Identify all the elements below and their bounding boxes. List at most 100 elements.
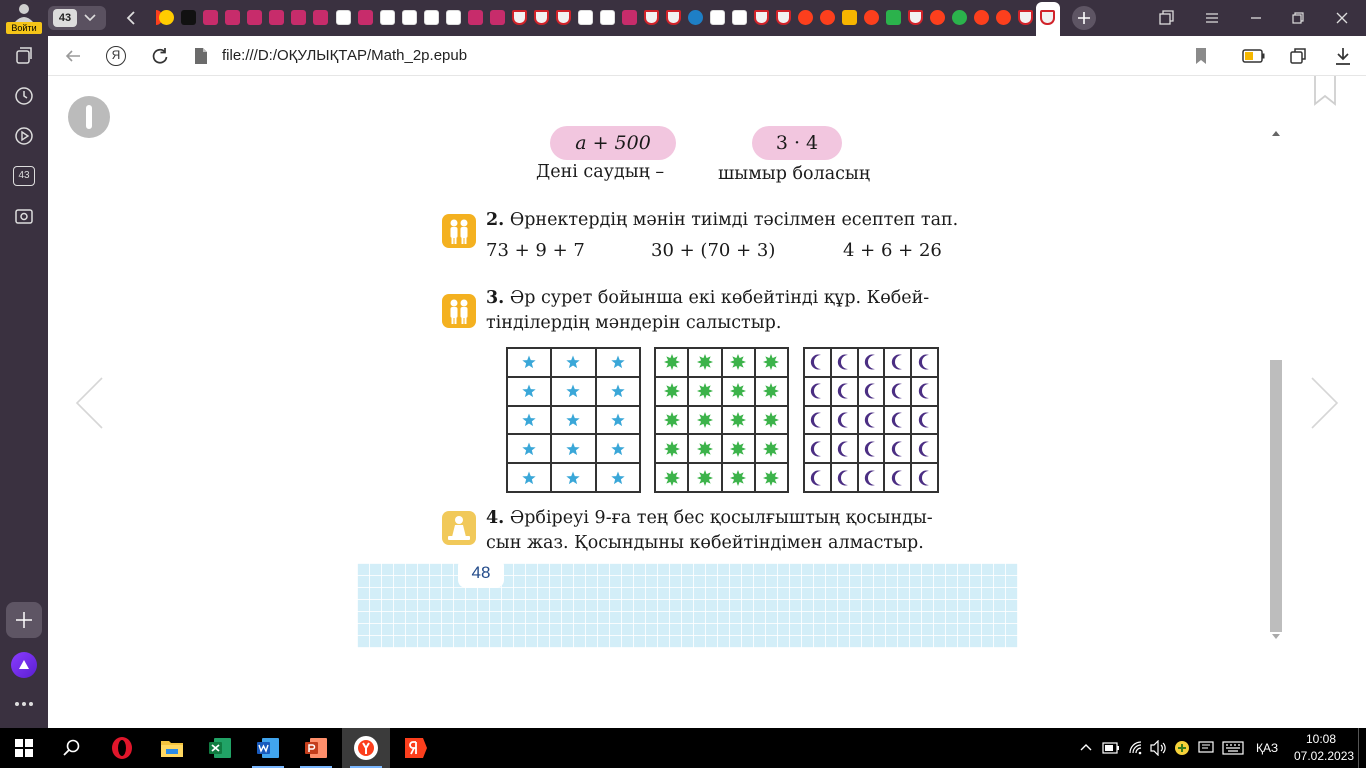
restore-icon[interactable] — [1290, 10, 1306, 26]
notification-icon[interactable] — [1198, 740, 1214, 756]
tab-favicon[interactable] — [908, 10, 923, 25]
tab-favicon[interactable] — [269, 10, 284, 25]
tab-favicon[interactable] — [225, 10, 240, 25]
tab-favicon[interactable] — [886, 10, 901, 25]
tab-play-favicon[interactable] — [159, 10, 174, 25]
tab-favicon[interactable] — [490, 10, 505, 25]
taskbar-powerpoint[interactable] — [292, 728, 340, 768]
tab-favicon[interactable] — [578, 10, 593, 25]
taskbar-word[interactable] — [244, 728, 292, 768]
tab-favicon[interactable] — [424, 10, 439, 25]
collections-icon[interactable] — [1158, 10, 1174, 26]
wifi-icon[interactable] — [1128, 740, 1144, 756]
star-icon — [522, 471, 536, 484]
next-page-arrow-icon[interactable] — [1308, 375, 1342, 431]
tab-favicon[interactable] — [512, 10, 527, 25]
expression: 73 + 9 + 7 — [486, 240, 585, 261]
search-button[interactable] — [48, 728, 96, 768]
screenshot-icon[interactable] — [12, 204, 36, 228]
tab-favicon[interactable] — [842, 10, 857, 25]
page-bookmark-icon[interactable] — [1313, 76, 1337, 106]
tab-favicon[interactable] — [203, 10, 218, 25]
active-tab[interactable] — [1036, 2, 1060, 36]
taskbar-file-explorer[interactable] — [148, 728, 196, 768]
keyboard-icon[interactable] — [1222, 741, 1244, 755]
tab-favicon[interactable] — [380, 10, 395, 25]
tab-favicon[interactable] — [820, 10, 835, 25]
download-icon[interactable] — [1334, 46, 1352, 66]
tab-favicon[interactable] — [644, 10, 659, 25]
back-arrow-icon[interactable] — [64, 48, 82, 64]
menu-icon[interactable] — [1204, 10, 1220, 26]
tab-favicon[interactable] — [732, 10, 747, 25]
tab-favicon[interactable] — [996, 10, 1011, 25]
new-tab-button[interactable] — [1072, 6, 1096, 30]
star-icon — [566, 384, 581, 398]
tab-favicon[interactable] — [930, 10, 945, 25]
tab-favicon[interactable] — [1018, 10, 1033, 25]
tabs-list-icon[interactable] — [12, 44, 36, 68]
tab-favicon[interactable] — [534, 10, 549, 25]
tab-favicon[interactable] — [622, 10, 637, 25]
sidebar-tab-badge[interactable]: 43 — [13, 166, 35, 186]
tab-favicon[interactable] — [754, 10, 769, 25]
volume-icon[interactable] — [1150, 740, 1168, 756]
tab-favicon[interactable] — [313, 10, 328, 25]
minimize-icon[interactable] — [1248, 10, 1264, 26]
scroll-down-arrow-icon[interactable] — [1272, 634, 1280, 640]
tab-favicon[interactable] — [864, 10, 879, 25]
tab-favicon[interactable] — [710, 10, 725, 25]
more-icon[interactable] — [12, 692, 36, 716]
language-indicator[interactable]: ҚАЗ — [1256, 741, 1278, 755]
show-desktop-button[interactable] — [1358, 728, 1359, 768]
battery-icon[interactable] — [1102, 742, 1120, 754]
tab-favicon[interactable] — [974, 10, 989, 25]
reload-icon[interactable] — [150, 46, 170, 66]
taskbar-excel[interactable] — [196, 728, 244, 768]
tab-favicon[interactable] — [468, 10, 483, 25]
tab-favicon[interactable] — [358, 10, 373, 25]
folder-icon — [161, 741, 183, 757]
profile-button[interactable]: Войти — [4, 2, 44, 34]
tab-favicon[interactable] — [798, 10, 813, 25]
tab-favicon[interactable] — [776, 10, 791, 25]
tray-app-icon[interactable] — [1174, 740, 1190, 756]
tab-favicon[interactable] — [600, 10, 615, 25]
star-grid — [506, 347, 641, 493]
tab-favicon[interactable] — [291, 10, 306, 25]
clock-date[interactable]: 07.02.2023 — [1294, 749, 1354, 763]
taskbar-opera[interactable] — [98, 728, 146, 768]
history-icon[interactable] — [12, 84, 36, 108]
tab-star-favicon[interactable] — [181, 10, 196, 25]
scroll-up-arrow-icon[interactable] — [1272, 130, 1280, 136]
bookmark-icon[interactable] — [1194, 47, 1208, 65]
start-button[interactable] — [0, 728, 48, 768]
alice-assistant-button[interactable] — [11, 652, 37, 678]
taskbar-yandex-browser[interactable] — [342, 728, 390, 768]
tab-favicon[interactable] — [446, 10, 461, 25]
scroll-tabs-left-icon[interactable] — [124, 10, 138, 26]
scrollbar-thumb[interactable] — [1270, 360, 1282, 632]
sidebar-add-button[interactable] — [6, 602, 42, 638]
expression-pill-text: 3 · 4 — [775, 132, 819, 154]
tab-favicon[interactable] — [247, 10, 262, 25]
tab-counter-button[interactable]: 43 — [48, 6, 106, 30]
yandex-button[interactable]: Я — [106, 46, 126, 66]
extensions-icon[interactable] — [1288, 46, 1308, 66]
previous-page-arrow-icon[interactable] — [72, 375, 106, 431]
url-text[interactable]: file:///D:/ОҚУЛЫҚТАР/Math_2p.epub — [222, 47, 467, 64]
tab-favicon[interactable] — [402, 10, 417, 25]
tab-favicon[interactable] — [336, 10, 351, 25]
clock-time[interactable]: 10:08 — [1306, 732, 1336, 746]
tab-favicon[interactable] — [952, 10, 967, 25]
tab-favicon[interactable] — [666, 10, 681, 25]
close-icon[interactable] — [1334, 10, 1350, 26]
moon-icon — [811, 412, 822, 428]
taskbar-yandex[interactable] — [392, 728, 440, 768]
pause-button[interactable] — [68, 96, 110, 138]
battery-saver-icon[interactable] — [1242, 49, 1266, 63]
tab-favicon[interactable] — [688, 10, 703, 25]
tab-favicon[interactable] — [556, 10, 571, 25]
video-icon[interactable] — [12, 124, 36, 148]
show-hidden-icons-chevron-icon[interactable] — [1080, 742, 1092, 752]
